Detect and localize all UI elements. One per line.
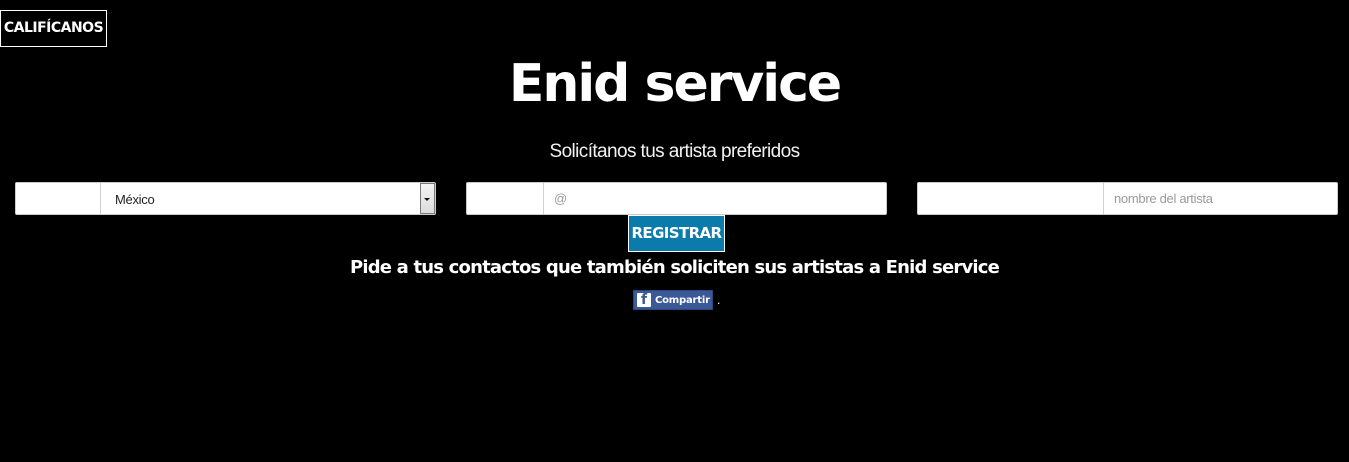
invite-message: Pide a tus contactos que también solicit…: [349, 257, 1000, 278]
email-field: [466, 182, 887, 215]
email-input[interactable]: [544, 183, 886, 214]
artist-name-input[interactable]: [1104, 183, 1337, 214]
register-button[interactable]: REGISTRAR: [628, 215, 725, 252]
share-trailing-text: .: [717, 293, 721, 307]
share-button-label: Compartir: [655, 294, 710, 306]
email-field-addon: [467, 183, 544, 214]
chevron-down-icon[interactable]: [420, 183, 435, 214]
share-row: Compartir .: [633, 290, 720, 310]
artist-field-addon: [918, 183, 1104, 214]
page-title: Enid service: [508, 54, 842, 114]
page-subtitle: Solicítanos tus artista preferidos: [549, 141, 801, 162]
artist-field: [917, 182, 1338, 215]
rate-us-button[interactable]: CALIFÍCANOS: [0, 10, 107, 47]
country-field: México: [15, 182, 436, 215]
facebook-icon: [637, 292, 651, 308]
country-select[interactable]: México: [101, 183, 435, 214]
page: CALIFÍCANOS Enid service Solicítanos tus…: [0, 0, 1349, 462]
facebook-share-button[interactable]: Compartir: [633, 290, 713, 310]
country-select-value: México: [115, 192, 155, 207]
country-field-addon: [16, 183, 101, 214]
